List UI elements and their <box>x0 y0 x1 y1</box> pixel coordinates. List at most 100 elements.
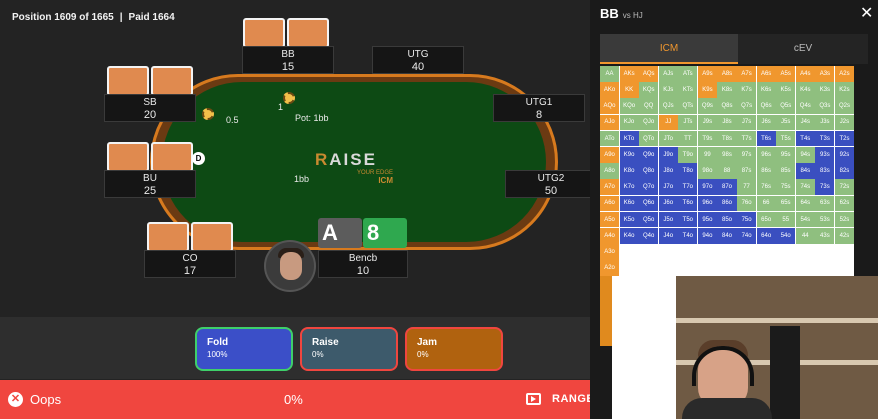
range-cell <box>697 260 717 276</box>
range-cell: Q4s <box>795 98 815 115</box>
range-cell: 76o <box>737 195 757 212</box>
range-cell: 95o <box>697 211 717 228</box>
range-cell: J6s <box>756 114 776 131</box>
range-cell: 87s <box>737 163 757 179</box>
range-icon[interactable] <box>526 393 541 405</box>
range-cell: JJ <box>658 114 678 131</box>
range-cell <box>658 244 678 260</box>
range-cell: K3s <box>815 82 835 98</box>
range-cell: A3s <box>815 66 835 82</box>
sb-card-back <box>107 66 149 96</box>
range-cell: 42s <box>834 227 854 244</box>
range-cell: A2s <box>834 66 854 82</box>
seat-utg1[interactable]: UTG1 8 <box>493 94 585 122</box>
seat-stack: 15 <box>281 61 295 73</box>
range-cell: A4s <box>795 66 815 82</box>
range-cell: J8o <box>658 163 678 179</box>
range-cell: T4s <box>795 130 815 147</box>
seat-name: CO <box>182 253 198 264</box>
range-cell: A9s <box>697 66 717 82</box>
range-cell: T7o <box>678 179 698 196</box>
range-cell: Q7s <box>737 98 757 115</box>
range-cell: 96o <box>697 195 717 212</box>
range-cell: Q9s <box>697 98 717 115</box>
range-button[interactable]: RANGE <box>552 393 594 405</box>
range-cell: A4o <box>600 227 620 244</box>
feedback-bar: ✕ Oops 0% RANGE <box>0 380 594 419</box>
seat-bb[interactable]: BB 15 <box>242 46 334 74</box>
range-cell: 83s <box>815 163 835 179</box>
range-cell: A5o <box>600 211 620 228</box>
seat-sb[interactable]: SB 20 <box>104 94 196 122</box>
co-card-back <box>191 222 233 252</box>
range-tabs: ICM cEV <box>600 34 868 64</box>
range-cell: T2s <box>834 130 854 147</box>
raise-button[interactable]: Raise 0% <box>300 327 398 371</box>
paid-text: Paid 1664 <box>128 12 175 23</box>
tab-icm[interactable]: ICM <box>600 34 738 64</box>
range-cell: ATo <box>600 130 620 147</box>
range-cell: Q8s <box>717 98 737 115</box>
range-cell: KTo <box>619 130 639 147</box>
seat-stack: 8 <box>535 109 543 121</box>
range-cell: 84s <box>795 163 815 179</box>
range-cell: AJs <box>658 66 678 82</box>
seat-stack: 50 <box>544 185 558 197</box>
bu-card-back <box>107 142 149 172</box>
seat-bu[interactable]: BU 25 <box>104 170 196 198</box>
range-cell: AKs <box>619 66 639 82</box>
range-cell: A8o <box>600 163 620 179</box>
range-cell: 54s <box>795 211 815 228</box>
range-cell <box>756 260 776 276</box>
range-cell: K8s <box>717 82 737 98</box>
range-cell <box>678 260 698 276</box>
range-cell: Q8o <box>639 163 659 179</box>
range-cell: 77 <box>737 179 757 196</box>
range-cell <box>619 260 639 276</box>
range-cell: 66 <box>756 195 776 212</box>
range-cell: Q9o <box>639 146 659 163</box>
close-icon[interactable]: ✕ <box>860 3 873 23</box>
jam-button[interactable]: Jam 0% <box>405 327 503 371</box>
sb-card-back <box>151 66 193 96</box>
range-cell: JTo <box>658 130 678 147</box>
range-cell: 84o <box>717 227 737 244</box>
range-cell: QTo <box>639 130 659 147</box>
bb-card-back <box>287 18 329 48</box>
range-cell: J7o <box>658 179 678 196</box>
player-avatar <box>264 240 316 292</box>
range-cell: 98s <box>717 146 737 163</box>
seat-co[interactable]: CO 17 <box>144 250 236 278</box>
fold-button[interactable]: Fold 100% <box>195 327 293 371</box>
range-cell: 65s <box>776 195 796 212</box>
range-cell <box>834 260 854 276</box>
range-cell: 87o <box>717 179 737 196</box>
bb-bet: 1bb <box>294 174 310 184</box>
seat-utg[interactable]: UTG 40 <box>372 46 464 74</box>
range-cell <box>658 260 678 276</box>
range-cell: 88 <box>717 163 737 179</box>
seat-name: BB <box>281 49 295 60</box>
range-cell: T6s <box>756 130 776 147</box>
range-cell <box>697 244 717 260</box>
range-cell: 94s <box>795 146 815 163</box>
range-cell: 99 <box>697 146 717 163</box>
range-cell: 76s <box>756 179 776 196</box>
range-cell: A8s <box>717 66 737 82</box>
range-cell: A7s <box>737 66 757 82</box>
range-cell: 73s <box>815 179 835 196</box>
range-cell <box>795 260 815 276</box>
range-cell: A7o <box>600 179 620 196</box>
seat-utg2[interactable]: UTG2 50 <box>505 170 597 198</box>
seat-stack: 25 <box>143 185 157 197</box>
range-cell: J5s <box>776 114 796 131</box>
range-cell: ATs <box>678 66 698 82</box>
range-cell: KQs <box>639 82 659 98</box>
range-cell: A2o <box>600 260 620 276</box>
range-cell: J7s <box>737 114 757 131</box>
range-cell: 98o <box>697 163 717 179</box>
range-cell: AQs <box>639 66 659 82</box>
tab-cev[interactable]: cEV <box>738 34 868 64</box>
feedback-percent: 0% <box>284 392 303 407</box>
seat-hero: Bencb 10 <box>318 250 408 278</box>
